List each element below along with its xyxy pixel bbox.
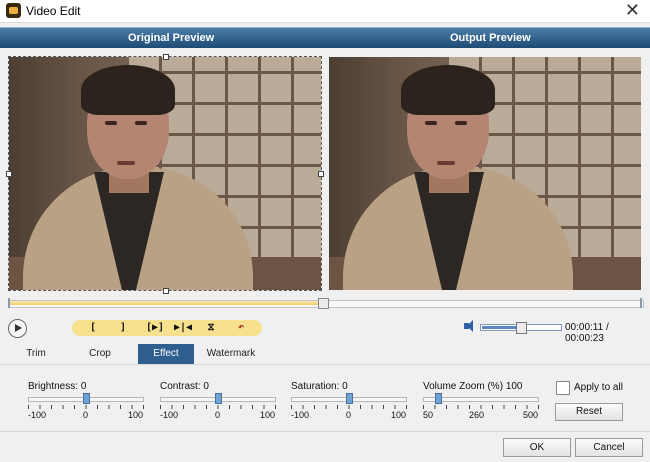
crop-handle-right[interactable]	[318, 171, 324, 177]
volume-zoom-thumb[interactable]	[435, 393, 442, 404]
tick-mid: 0	[346, 410, 352, 420]
tab-effect[interactable]: Effect	[138, 344, 194, 364]
play-segment-button[interactable]: [▶]	[142, 320, 168, 336]
set-start-button[interactable]: [	[82, 320, 104, 336]
seek-end-marker[interactable]	[640, 298, 642, 308]
apply-to-all-label[interactable]: Apply to all	[574, 382, 623, 393]
edit-button-group: [ ] [▶] ▶|◀ ⧖ ↶	[72, 320, 262, 336]
original-preview-frame[interactable]	[8, 56, 322, 291]
video-frame-image	[9, 57, 321, 290]
brightness-label-text: Brightness:	[28, 381, 79, 392]
volume-zoom-label: Volume Zoom (%) 100	[423, 381, 523, 392]
preview-area	[0, 48, 650, 294]
tick-min: -100	[291, 410, 310, 420]
saturation-thumb[interactable]	[346, 393, 353, 404]
undo-button[interactable]: ↶	[230, 320, 252, 336]
volume-zoom-ticks	[423, 405, 539, 409]
volume-thumb[interactable]	[516, 322, 527, 334]
speaker-icon[interactable]	[464, 320, 473, 332]
tick-min: -100	[160, 410, 179, 420]
seek-start-marker[interactable]	[8, 298, 10, 308]
brightness-control: Brightness: 0 -100 0 100	[28, 379, 150, 424]
time-readout: 00:00:11 / 00:00:23	[565, 322, 650, 344]
tick-min: 50	[423, 410, 434, 420]
tick-mid: 0	[83, 410, 89, 420]
saturation-value: 0	[342, 381, 348, 392]
tick-max: 500	[523, 410, 539, 420]
apply-to-all-checkbox[interactable]	[556, 381, 570, 395]
time-current: 00:00:11	[565, 322, 604, 333]
play-button[interactable]	[8, 319, 27, 338]
set-end-button[interactable]: ]	[112, 320, 134, 336]
title-bar: Video Edit ✕	[0, 0, 650, 23]
window-title: Video Edit	[26, 4, 81, 18]
close-icon[interactable]: ✕	[625, 0, 640, 22]
tick-mid: 260	[469, 410, 485, 420]
volume-slider[interactable]	[480, 322, 562, 334]
output-preview-label: Output Preview	[450, 32, 531, 44]
tab-crop[interactable]: Crop	[78, 344, 122, 364]
brightness-label: Brightness: 0	[28, 381, 86, 392]
reset-button[interactable]: Reset	[555, 403, 623, 421]
contrast-value: 0	[203, 381, 209, 392]
dialog-footer: OK Cancel	[0, 431, 650, 462]
crop-handle-top[interactable]	[163, 54, 169, 60]
tick-max: 100	[260, 410, 276, 420]
edit-tabs: Trim Crop Effect Watermark	[0, 344, 650, 365]
brightness-value: 0	[80, 381, 87, 392]
split-button[interactable]: ▶|◀	[170, 320, 196, 336]
contrast-thumb[interactable]	[215, 393, 222, 404]
volume-zoom-control: Volume Zoom (%) 100 50 260 500	[423, 379, 545, 424]
contrast-ticks	[160, 405, 276, 409]
playback-controls: [ ] [▶] ▶|◀ ⧖ ↶ 00:00:11 / 00:00:23	[0, 318, 650, 344]
tick-max: 100	[391, 410, 407, 420]
saturation-control: Saturation: 0 -100 0 100	[291, 379, 413, 424]
preview-header-bar: Original Preview Output Preview	[0, 27, 650, 48]
crop-handle-left[interactable]	[6, 171, 12, 177]
output-preview-frame	[329, 57, 641, 290]
tab-trim[interactable]: Trim	[14, 344, 58, 364]
app-icon	[6, 3, 21, 18]
saturation-ticks	[291, 405, 407, 409]
seek-progress-fill	[9, 301, 319, 305]
crop-handle-bottom[interactable]	[163, 288, 169, 294]
hourglass-button[interactable]: ⧖	[200, 320, 222, 336]
contrast-label-text: Contrast:	[160, 381, 201, 392]
saturation-label: Saturation: 0	[291, 381, 348, 392]
contrast-control: Contrast: 0 -100 0 100	[160, 379, 282, 424]
tab-watermark[interactable]: Watermark	[202, 344, 260, 364]
brightness-ticks	[28, 405, 144, 409]
seek-bar[interactable]	[8, 298, 644, 309]
volume-zoom-value: 100	[505, 381, 523, 392]
cancel-button[interactable]: Cancel	[575, 438, 643, 457]
seek-thumb[interactable]	[318, 298, 329, 309]
brightness-thumb[interactable]	[83, 393, 90, 404]
original-preview-label: Original Preview	[128, 32, 215, 44]
saturation-label-text: Saturation:	[291, 381, 340, 392]
video-frame-image	[329, 57, 641, 290]
video-edit-window: Video Edit ✕ Original Preview Output Pre…	[0, 0, 650, 462]
contrast-label: Contrast: 0	[160, 381, 209, 392]
tick-max: 100	[128, 410, 144, 420]
ok-button[interactable]: OK	[503, 438, 571, 457]
volume-zoom-label-text: Volume Zoom (%)	[423, 381, 504, 392]
effect-panel: Brightness: 0 -100 0 100 Contrast: 0 -10…	[0, 365, 650, 429]
tick-mid: 0	[215, 410, 221, 420]
tick-min: -100	[28, 410, 47, 420]
